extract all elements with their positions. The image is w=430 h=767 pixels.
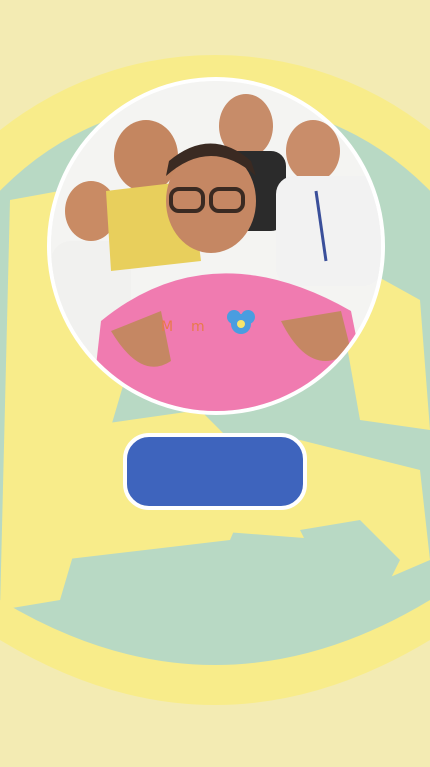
profile-photo: M m <box>51 81 381 411</box>
svg-text:M: M <box>161 319 173 335</box>
primary-action-button[interactable] <box>123 433 307 510</box>
profile-avatar[interactable]: M m <box>47 77 385 415</box>
svg-text:m: m <box>191 319 205 335</box>
